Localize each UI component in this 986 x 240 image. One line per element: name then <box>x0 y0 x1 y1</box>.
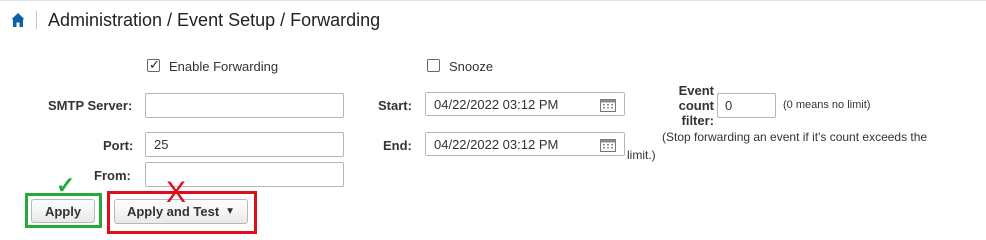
start-date-value: 04/22/2022 03:12 PM <box>434 97 559 112</box>
red-x-icon: X <box>166 176 187 209</box>
apply-highlight-box <box>25 193 102 228</box>
end-date-value: 04/22/2022 03:12 PM <box>434 137 559 152</box>
home-icon[interactable] <box>10 12 26 28</box>
green-check-icon: ✓ <box>56 172 76 198</box>
smtp-server-label: SMTP Server: <box>48 98 133 113</box>
page-header: Administration / Event Setup / Forwardin… <box>10 8 380 32</box>
stop-forwarding-note-line1: (Stop forwarding an event if it's count … <box>662 130 928 144</box>
event-count-filter-hint: (0 means no limit) <box>783 99 871 111</box>
enable-forwarding-checkbox[interactable]: ✓ <box>147 57 160 72</box>
checkbox-check-icon: ✓ <box>149 57 160 72</box>
event-count-filter-label-line3: filter: <box>681 113 715 128</box>
calendar-icon[interactable] <box>600 98 616 112</box>
header-divider <box>36 11 37 29</box>
event-count-filter-input[interactable] <box>717 93 776 118</box>
calendar-icon[interactable] <box>600 138 616 152</box>
event-count-filter-label-line2: count <box>678 98 714 113</box>
end-date-field[interactable]: 04/22/2022 03:12 PM <box>425 132 625 156</box>
event-count-filter-label: Event count filter: <box>676 83 714 128</box>
stop-forwarding-note-line2: limit.) <box>627 148 656 162</box>
from-label: From: <box>94 168 131 183</box>
event-count-filter-label-line1: Event <box>678 83 714 98</box>
snooze-checkbox[interactable] <box>427 59 440 72</box>
port-input[interactable] <box>145 132 344 157</box>
smtp-server-input[interactable] <box>145 93 344 118</box>
end-label: End: <box>383 138 412 153</box>
snooze-label: Snooze <box>449 59 494 74</box>
enable-forwarding-label: Enable Forwarding <box>169 59 279 74</box>
start-date-field[interactable]: 04/22/2022 03:12 PM <box>425 92 625 116</box>
port-label: Port: <box>103 138 134 153</box>
page-title: Administration / Event Setup / Forwardin… <box>48 9 381 30</box>
start-label: Start: <box>378 98 412 113</box>
top-divider <box>0 0 986 1</box>
